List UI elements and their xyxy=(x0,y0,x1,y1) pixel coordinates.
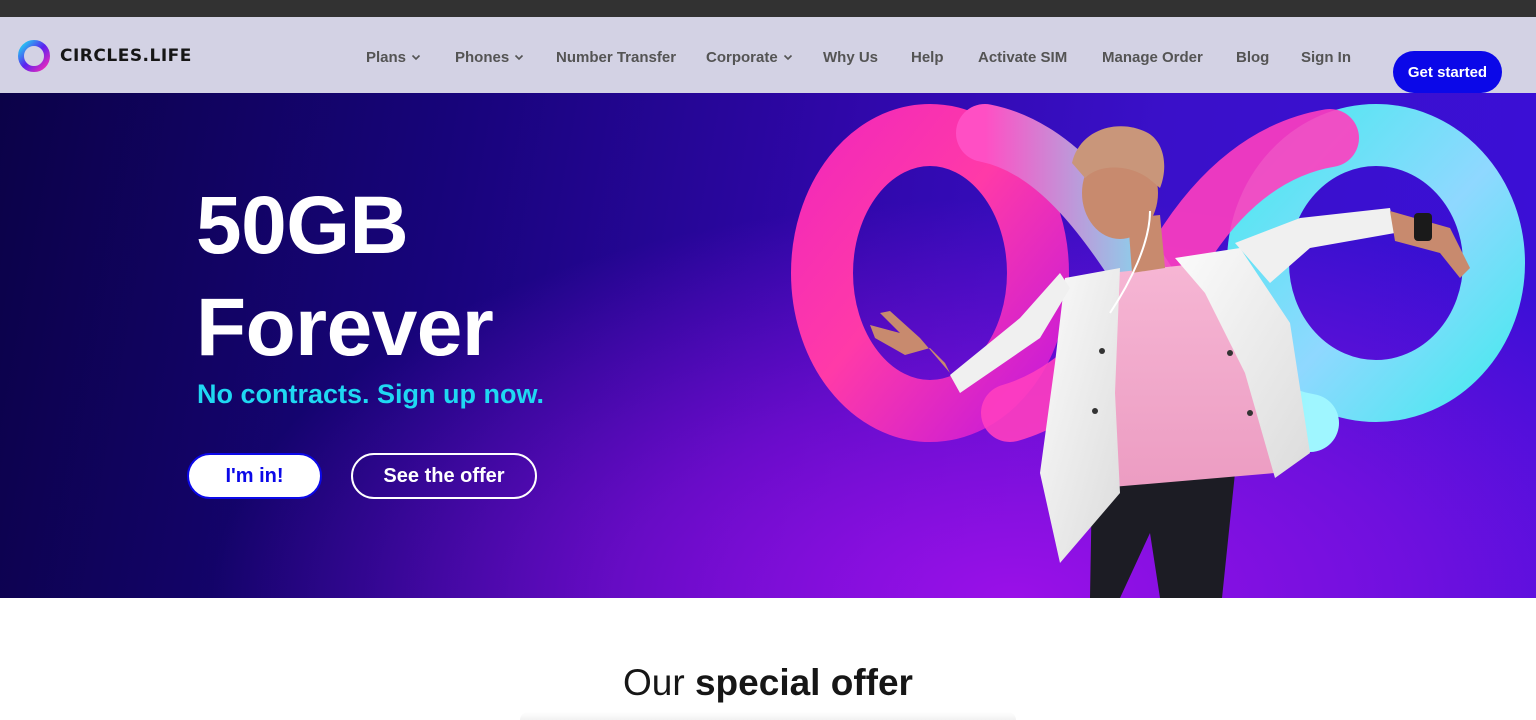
nav-label-manage-order: Manage Order xyxy=(1102,48,1203,66)
im-in-button[interactable]: I'm in! xyxy=(187,453,322,499)
site-header: CIRCLES.LIFE Plans Phones Number Transfe… xyxy=(0,17,1536,93)
nav-item-phones[interactable]: Phones xyxy=(455,46,524,68)
section-title-light: Our xyxy=(623,662,685,703)
chevron-down-icon xyxy=(411,54,421,61)
nav-item-activate-sim[interactable]: Activate SIM xyxy=(978,46,1067,68)
brand-logo[interactable]: CIRCLES.LIFE xyxy=(17,38,192,74)
nav-label-why-us: Why Us xyxy=(823,48,879,66)
nav-label-activate-sim: Activate SIM xyxy=(978,48,1068,66)
hero-banner: 50GB Forever No contracts. Sign up now. … xyxy=(0,93,1536,598)
nav-item-corporate[interactable]: Corporate xyxy=(706,46,793,68)
get-started-button[interactable]: Get started xyxy=(1393,51,1502,93)
hero-subhead: No contracts. Sign up now. xyxy=(197,379,545,409)
nav-item-number-transfer[interactable]: Number Transfer xyxy=(556,46,676,68)
chevron-down-icon xyxy=(783,54,792,61)
nav-label-plans: Plans xyxy=(366,48,407,66)
nav-item-blog[interactable]: Blog xyxy=(1236,46,1269,68)
nav-item-why-us[interactable]: Why Us xyxy=(823,46,878,68)
nav-label-blog: Blog xyxy=(1236,48,1270,66)
see-offer-button[interactable]: See the offer xyxy=(351,453,537,499)
special-offer-title: Our special offer xyxy=(0,662,1536,704)
brand-name: CIRCLES.LIFE xyxy=(60,46,192,66)
offer-card-top-edge xyxy=(520,712,1016,720)
nav-label-help: Help xyxy=(911,48,944,66)
chevron-down-icon xyxy=(515,54,524,61)
nav-item-sign-in[interactable]: Sign In xyxy=(1301,46,1351,68)
nav-label-phones: Phones xyxy=(455,48,510,66)
nav-item-plans[interactable]: Plans xyxy=(366,46,421,68)
nav-item-manage-order[interactable]: Manage Order xyxy=(1102,46,1203,68)
nav-label-number-transfer: Number Transfer xyxy=(556,48,677,66)
circles-logo-icon xyxy=(18,40,50,72)
headline-line-2: Forever xyxy=(196,281,494,373)
nav-label-sign-in: Sign In xyxy=(1301,48,1351,66)
headline-line-1: 50GB xyxy=(196,180,409,271)
section-title-bold: special offer xyxy=(694,662,913,703)
browser-top-strip xyxy=(0,0,1536,17)
nav-label-corporate: Corporate xyxy=(706,48,778,66)
hero-headline: 50GB Forever xyxy=(196,175,494,378)
nav-item-help[interactable]: Help xyxy=(911,46,944,68)
